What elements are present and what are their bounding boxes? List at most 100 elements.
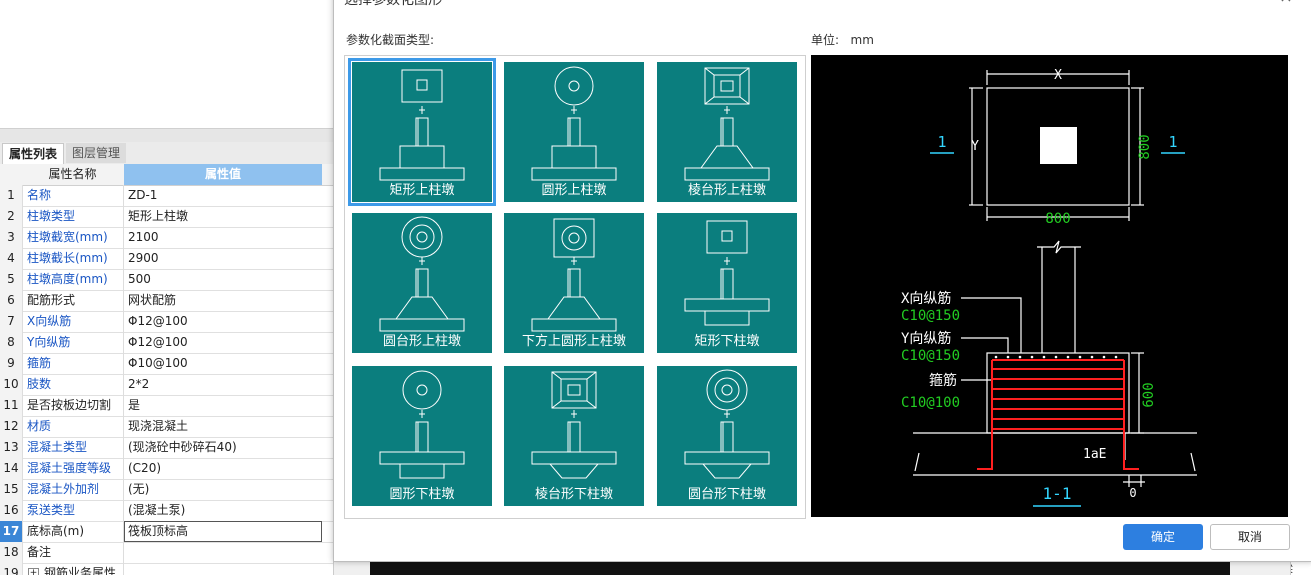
property-value[interactable]: 2900	[128, 248, 159, 269]
property-row[interactable]: 7 X向纵筋 Φ12@100	[0, 311, 333, 333]
plan-height-dim: 800	[1137, 134, 1153, 159]
tab-property-list[interactable]: 属性列表	[2, 143, 65, 164]
column-separator	[123, 416, 124, 437]
property-name: 混凝土强度等级	[27, 461, 112, 475]
column-separator	[123, 227, 124, 248]
property-row[interactable]: 19 钢筋业务属性 +	[0, 563, 333, 575]
row-number: 1	[0, 185, 23, 206]
property-name: 材质	[27, 419, 52, 433]
property-grid: 属性名称 属性值 1 名称 ZD-1 2 柱墩类型 矩形上柱墩 3 柱墩截宽(mm) 2100 4…	[0, 164, 334, 575]
property-value[interactable]: (混凝土泵)	[128, 500, 185, 521]
tile-round-frustum-upper-pedestal[interactable]: 圆台形上柱墩	[352, 213, 492, 353]
x-bar-label: X向纵筋	[901, 290, 951, 307]
property-row[interactable]: 10 肢数 2*2	[0, 374, 333, 396]
panel-tabs: 属性列表 图层管理	[0, 142, 333, 165]
property-row[interactable]: 5 柱墩高度(mm) 500	[0, 269, 333, 291]
property-grid-header: 属性名称 属性值	[0, 164, 333, 186]
property-row[interactable]: 15 混凝土外加剂 (无)	[0, 479, 333, 501]
shape-caption: 圆形上柱墩	[541, 183, 607, 198]
property-value[interactable]: Φ10@100	[128, 353, 188, 374]
property-value[interactable]: 2*2	[128, 374, 149, 395]
tile-circle-lower-pedestal[interactable]: 圆形下柱墩	[352, 366, 492, 506]
row-number: 9	[0, 353, 23, 374]
property-name: 是否按板边切割	[27, 398, 112, 412]
tile-round-frustum-lower-pedestal[interactable]: 圆台形下柱墩	[657, 366, 797, 506]
plan-width-dim: 800	[1045, 211, 1070, 227]
property-name: 备注	[27, 545, 52, 559]
section-view	[913, 240, 1197, 487]
section-mark-right: 1	[1168, 133, 1177, 151]
reinforcement-bars	[977, 359, 1139, 470]
property-name: 箍筋	[27, 356, 52, 370]
drawing-preview-area	[0, 0, 334, 128]
section-height-dim: 600	[1141, 382, 1157, 407]
property-value[interactable]: 现浇混凝土	[128, 416, 188, 437]
tile-frustum-lower-pedestal[interactable]: 棱台形下柱墩	[504, 366, 644, 506]
property-row[interactable]: 14 混凝土强度等级 (C20)	[0, 458, 333, 480]
stirrup-value: C10@100	[901, 395, 960, 411]
property-name: 配筋形式	[27, 293, 76, 307]
shape-caption: 圆形下柱墩	[389, 487, 455, 502]
column-separator	[123, 563, 124, 575]
property-row[interactable]: 6 配筋形式 网状配筋	[0, 290, 333, 312]
select-parametric-shape-dialog: 选择参数化图形 × 参数化截面类型: 单位: mm 矩形上柱墩 圆形上柱墩 棱台形上…	[333, 0, 1311, 562]
bar-dots	[994, 355, 1118, 359]
property-row[interactable]: 12 材质 现浇混凝土	[0, 416, 333, 438]
property-name: 柱墩截长(mm)	[27, 251, 108, 265]
property-value[interactable]: 是	[128, 395, 140, 416]
property-row[interactable]: 11 是否按板边切割 是	[0, 395, 333, 417]
ok-button[interactable]: 确定	[1123, 524, 1203, 550]
property-name: 钢筋业务属性	[44, 566, 117, 575]
row-number: 6	[0, 290, 23, 311]
property-value[interactable]: Φ12@100	[128, 311, 188, 332]
property-row[interactable]: 18 备注	[0, 542, 333, 564]
column-separator	[123, 542, 124, 563]
property-value[interactable]: (C20)	[128, 458, 161, 479]
shape-caption: 下方上圆形上柱墩	[521, 334, 626, 349]
row-number: 18	[0, 542, 23, 563]
tile-rect-lower-pedestal[interactable]: 矩形下柱墩	[657, 213, 797, 353]
tab-layer-management[interactable]: 图层管理	[66, 143, 127, 163]
shape-gallery: 矩形上柱墩 圆形上柱墩 棱台形上柱墩圆台形上柱墩 下方上圆形上柱墩 矩形下柱墩圆形下柱墩…	[344, 55, 806, 519]
unit-label: 单位: mm	[811, 31, 874, 48]
row-number: 4	[0, 248, 23, 269]
property-value[interactable]: 2100	[128, 227, 159, 248]
shape-caption: 矩形上柱墩	[389, 183, 455, 198]
property-row[interactable]: 9 箍筋 Φ10@100	[0, 353, 333, 375]
expand-icon[interactable]: +	[28, 568, 39, 575]
shape-caption: 矩形下柱墩	[694, 334, 760, 349]
column-header-value: 属性值	[124, 164, 322, 185]
tile-rect-upper-pedestal[interactable]: 矩形上柱墩	[348, 58, 496, 206]
property-row[interactable]: 16 泵送类型 (混凝土泵)	[0, 500, 333, 522]
section-type-label: 参数化截面类型:	[346, 33, 435, 47]
property-value[interactable]: 500	[128, 269, 151, 290]
property-value[interactable]: 筏板顶标高	[124, 521, 322, 542]
property-value[interactable]: ZD-1	[128, 185, 157, 206]
property-value[interactable]: Φ12@100	[128, 332, 188, 353]
tile-square-base-round-top-upper-pedestal[interactable]: 下方上圆形上柱墩	[504, 213, 644, 353]
row-number: 2	[0, 206, 23, 227]
close-icon[interactable]: ×	[1276, 0, 1296, 6]
property-value[interactable]: (无)	[128, 479, 149, 500]
tile-circle-upper-pedestal[interactable]: 圆形上柱墩	[504, 62, 644, 202]
cancel-button[interactable]: 取消	[1210, 524, 1290, 550]
property-name: 柱墩高度(mm)	[27, 272, 108, 286]
unit-value: mm	[850, 33, 874, 47]
tile-frustum-upper-pedestal[interactable]: 棱台形上柱墩	[657, 62, 797, 202]
property-row[interactable]: 4 柱墩截长(mm) 2900	[0, 248, 333, 270]
property-value[interactable]: (现浇砼中砂碎石40)	[128, 437, 237, 458]
property-row[interactable]: 13 混凝土类型 (现浇砼中砂碎石40)	[0, 437, 333, 459]
row-number: 8	[0, 332, 23, 353]
row-number: 10	[0, 374, 23, 395]
property-value[interactable]: 网状配筋	[128, 290, 176, 311]
property-row[interactable]: 1 名称 ZD-1	[0, 185, 333, 207]
row-number: 13	[0, 437, 23, 458]
property-row[interactable]: 3 柱墩截宽(mm) 2100	[0, 227, 333, 249]
row-number: 12	[0, 416, 23, 437]
property-value[interactable]: 矩形上柱墩	[128, 206, 188, 227]
column-separator	[123, 248, 124, 269]
property-row[interactable]: 8 Y向纵筋 Φ12@100	[0, 332, 333, 354]
property-row[interactable]: 17 底标高(m) 筏板顶标高	[0, 521, 333, 543]
row-number: 5	[0, 269, 23, 290]
property-row[interactable]: 2 柱墩类型 矩形上柱墩	[0, 206, 333, 228]
